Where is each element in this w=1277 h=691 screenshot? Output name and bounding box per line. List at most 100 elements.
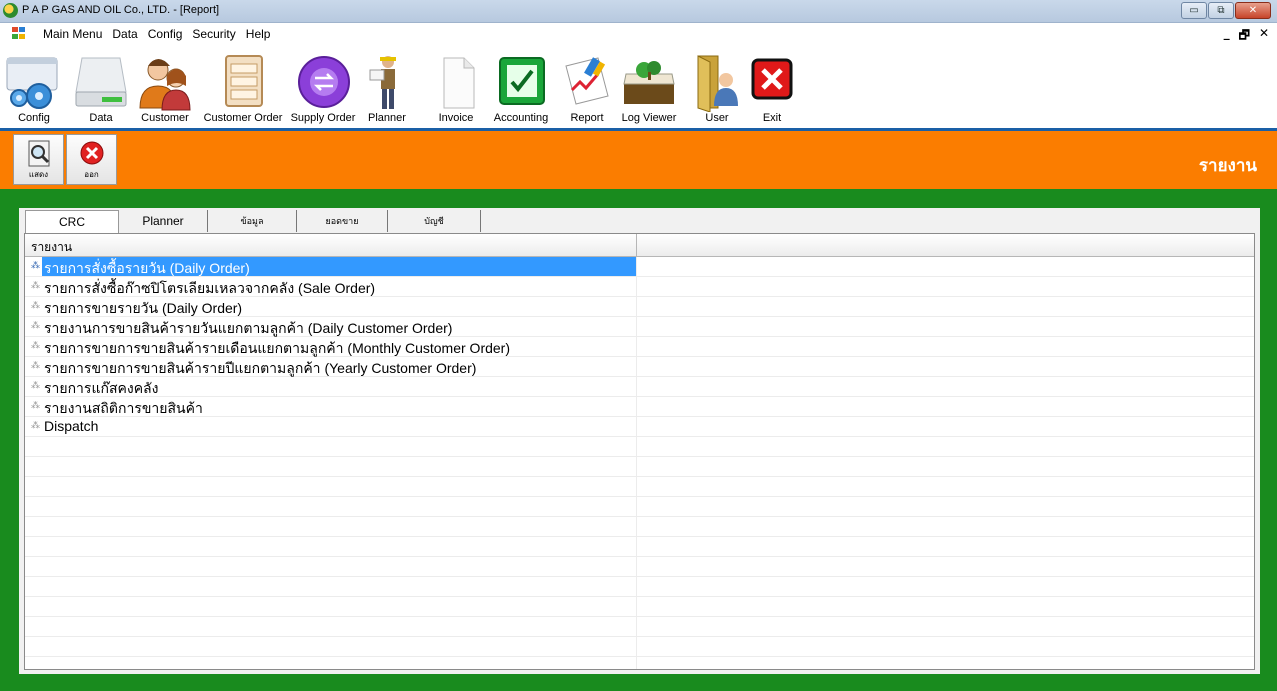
report-item-icon: ⁂ — [31, 420, 40, 430]
menu-main-menu[interactable]: Main Menu — [38, 27, 107, 41]
report-row-cell — [25, 477, 637, 496]
empty-list-row — [25, 557, 1254, 577]
exit-x-icon — [742, 51, 802, 113]
tab-accounting[interactable]: บัญชี — [388, 210, 481, 232]
toolbar-report-label: Report — [570, 112, 604, 124]
report-row-cell — [25, 657, 637, 669]
report-item-icon: ⁂ — [31, 320, 40, 330]
report-row-cell — [25, 437, 637, 456]
tab-planner[interactable]: Planner — [119, 210, 208, 232]
title-bar: P A P GAS AND OIL Co., LTD. - [Report] ▭… — [0, 0, 1277, 23]
report-row-cell — [25, 557, 637, 576]
empty-list-row — [25, 477, 1254, 497]
toolbar-customer-order-button[interactable]: Customer Order — [200, 45, 286, 130]
report-list-item[interactable]: ⁂ รายการขายการขายสินค้ารายเดือนแยกตามลูกค… — [25, 337, 1254, 357]
empty-list-row — [25, 597, 1254, 617]
toolbar-log-viewer-label: Log Viewer — [621, 112, 677, 124]
customer-people-icon — [135, 51, 195, 113]
menu-bar: Main Menu Data Config Security Help _ 🗗 … — [0, 23, 1277, 46]
report-list-item[interactable]: ⁂ รายการสั่งซื้อก๊าซปิโตรเลียมเหลวจากคลัง… — [25, 277, 1254, 297]
exit-report-label: ออก — [84, 170, 99, 179]
toolbar-exit-label: Exit — [762, 112, 782, 124]
empty-list-row — [25, 617, 1254, 637]
empty-list-row — [25, 517, 1254, 537]
show-report-label: แสดง — [28, 170, 49, 179]
toolbar-supply-order-button[interactable]: Supply Order — [288, 45, 358, 130]
accounting-check-icon — [491, 51, 551, 113]
mdi-window-icon[interactable] — [12, 27, 26, 40]
report-list-item[interactable]: ⁂ รายงานการขายสินค้ารายวันแยกตามลูกค้า (D… — [25, 317, 1254, 337]
report-item-icon: ⁂ — [31, 280, 40, 290]
tab-sales[interactable]: ยอดขาย — [297, 210, 388, 232]
toolbar-invoice-button[interactable]: Invoice — [430, 45, 482, 130]
toolbar-supply-order-label: Supply Order — [290, 112, 356, 124]
report-item-icon: ⁂ — [31, 400, 40, 410]
toolbar-customer-order-label: Customer Order — [203, 112, 283, 124]
toolbar-report-button[interactable]: Report — [562, 45, 612, 130]
mdi-restore-button[interactable]: 🗗 — [1239, 26, 1250, 47]
mdi-minimize-button[interactable]: _ — [1224, 26, 1230, 47]
menu-config[interactable]: Config — [143, 27, 188, 41]
empty-list-row — [25, 437, 1254, 457]
report-list-item[interactable]: ⁂ รายการสั่งซื้อรายวัน (Daily Order) — [25, 257, 1254, 277]
toolbar-customer-button[interactable]: Customer — [136, 45, 194, 130]
action-bar: แสดง ออก รายงาน — [0, 131, 1277, 189]
report-item-icon: ⁂ — [31, 260, 40, 270]
report-tabs: CRC Planner ข้อมูล ยอดขาย บัญชี — [25, 210, 481, 234]
toolbar-log-viewer-button[interactable]: Log Viewer — [616, 45, 682, 130]
content-frame: CRC Planner ข้อมูล ยอดขาย บัญชี รายงาน ⁂… — [0, 189, 1277, 691]
report-row-cell — [25, 617, 637, 636]
toolbar-data-label: Data — [89, 112, 113, 124]
show-report-button[interactable]: แสดง — [13, 134, 64, 185]
report-item-icon: ⁂ — [31, 380, 40, 390]
user-door-icon — [687, 51, 747, 113]
toolbar-config-button[interactable]: Config — [6, 45, 62, 130]
menu-data[interactable]: Data — [107, 27, 142, 41]
toolbar-accounting-button[interactable]: Accounting — [488, 45, 554, 130]
report-list[interactable]: รายงาน ⁂ รายการสั่งซื้อรายวัน (Daily Orde… — [24, 233, 1255, 670]
window-controls: ▭ ⧉ ✕ — [1180, 2, 1271, 19]
tab-data[interactable]: ข้อมูล — [208, 210, 297, 232]
empty-list-row — [25, 657, 1254, 669]
menu-help[interactable]: Help — [241, 27, 276, 41]
report-row-cell — [25, 517, 637, 536]
report-item-icon: ⁂ — [31, 360, 40, 370]
minimize-button[interactable]: ▭ — [1181, 2, 1207, 19]
report-list-item[interactable]: ⁂ รายการแก๊สคงคลัง — [25, 377, 1254, 397]
menu-security[interactable]: Security — [187, 27, 240, 41]
report-row-cell — [25, 577, 637, 596]
restore-button[interactable]: ⧉ — [1208, 2, 1234, 19]
report-row-cell — [25, 497, 637, 516]
empty-list-row — [25, 457, 1254, 477]
toolbar-planner-button[interactable]: Planner — [362, 45, 412, 130]
report-item-icon: ⁂ — [31, 300, 40, 310]
toolbar-data-button[interactable]: Data — [70, 45, 132, 130]
report-row-cell — [25, 537, 637, 556]
toolbar-user-button[interactable]: User — [690, 45, 744, 130]
log-viewer-icon — [619, 51, 679, 113]
mdi-close-button[interactable]: ✕ — [1259, 26, 1269, 47]
report-list-item[interactable]: ⁂ รายการขายรายวัน (Daily Order) — [25, 297, 1254, 317]
report-list-item[interactable]: ⁂ Dispatch — [25, 417, 1254, 437]
report-list-item[interactable]: ⁂ รายการขายการขายสินค้ารายปีแยกตามลูกค้า … — [25, 357, 1254, 377]
tab-crc[interactable]: CRC — [25, 210, 119, 234]
toolbar-config-label: Config — [18, 112, 50, 124]
report-row-cell — [25, 417, 637, 436]
toolbar-exit-button[interactable]: Exit — [751, 45, 793, 130]
config-gear-icon — [4, 51, 64, 113]
report-rows: ⁂ รายการสั่งซื้อรายวัน (Daily Order) ⁂ รายก… — [25, 257, 1254, 669]
toolbar-customer-label: Customer — [141, 112, 189, 124]
window-title: P A P GAS AND OIL Co., LTD. - [Report] — [22, 4, 220, 16]
main-toolbar: Config Data Customer Customer Order Supp… — [0, 45, 1277, 130]
empty-list-row — [25, 497, 1254, 517]
report-item-icon: ⁂ — [31, 340, 40, 350]
report-column-header[interactable]: รายงาน — [25, 234, 637, 256]
toolbar-user-label: User — [705, 112, 729, 124]
exit-report-button[interactable]: ออก — [66, 134, 117, 185]
report-panel: CRC Planner ข้อมูล ยอดขาย บัญชี รายงาน ⁂… — [19, 208, 1260, 674]
close-button[interactable]: ✕ — [1235, 2, 1271, 19]
report-list-item[interactable]: ⁂ รายงานสถิติการขายสินค้า — [25, 397, 1254, 417]
app-logo-icon — [3, 3, 18, 18]
report-item-label: Dispatch — [44, 418, 99, 434]
page-heading: รายงาน — [1198, 156, 1257, 176]
